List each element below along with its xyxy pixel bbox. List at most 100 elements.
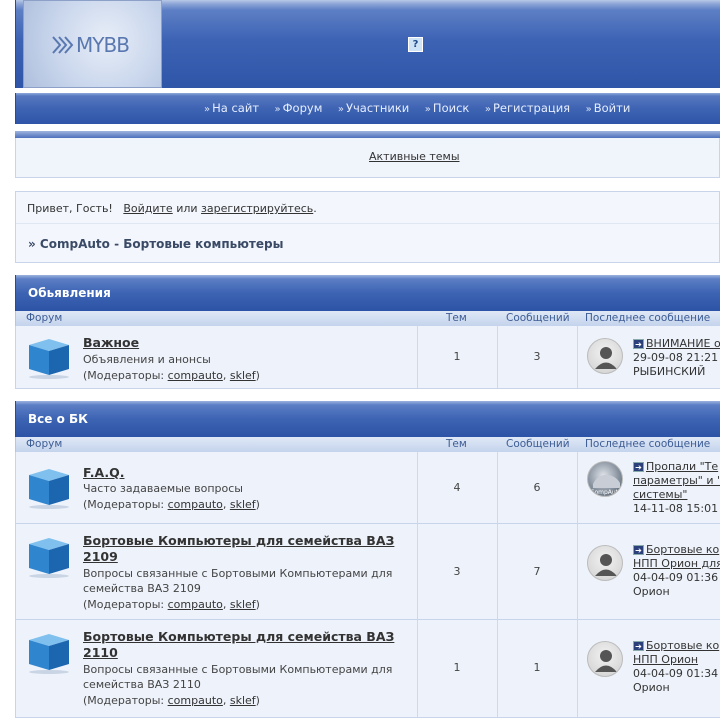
avatar[interactable]: [587, 545, 623, 581]
nav-arrow-icon: »: [274, 104, 281, 115]
user-silhouette-icon: [595, 554, 617, 576]
forum-box-icon: [29, 538, 69, 578]
last-post-date: 29-09-08 21:21: [633, 351, 719, 364]
forum-row: Бортовые Компьютеры для семейства ВАЗ 21…: [15, 524, 720, 620]
nav-forum[interactable]: » Форум: [275, 101, 323, 115]
moderator-link[interactable]: sklef: [230, 369, 256, 382]
moderator-link[interactable]: compauto: [168, 694, 223, 707]
moderator-link[interactable]: sklef: [230, 694, 256, 707]
col-posts: Сообщений: [506, 438, 570, 450]
register-link[interactable]: зарегистрируйтесь: [201, 202, 313, 215]
breadcrumb[interactable]: » CompAuto - Бортовые компьютеры: [28, 237, 283, 251]
topics-count: 1: [453, 661, 461, 674]
nav-register[interactable]: » Регистрация: [485, 101, 570, 115]
last-post-link[interactable]: ВНИМАНИЕ о: [646, 337, 720, 350]
forum-title-link[interactable]: Важное: [83, 335, 403, 351]
col-forum: Форум: [26, 312, 63, 324]
nav-arrow-icon: »: [585, 104, 592, 115]
col-last: Последнее сообщение: [585, 438, 711, 450]
category-title[interactable]: Все о БК: [15, 401, 720, 437]
forum-box-icon: [29, 469, 69, 509]
go-to-post-icon[interactable]: ➔: [633, 641, 644, 651]
topics-count: 4: [453, 481, 461, 494]
nav-login[interactable]: » Войти: [586, 101, 631, 115]
last-post-link[interactable]: Бортовые ко: [646, 639, 719, 652]
avatar[interactable]: [587, 641, 623, 677]
forum-description: Вопросы связанные с Бортовыми Компьютера…: [83, 567, 393, 595]
last-post-user[interactable]: РЫБИНСКИЙ: [633, 365, 720, 379]
col-posts: Сообщений: [506, 312, 570, 324]
forum-row: F.A.Q. Часто задаваемые вопросы (Модерат…: [15, 452, 720, 524]
col-forum: Форум: [26, 438, 63, 450]
topics-count: 1: [453, 350, 461, 363]
forum-description: Вопросы связанные с Бортовыми Компьютера…: [83, 663, 393, 691]
moderator-link[interactable]: compauto: [168, 498, 223, 511]
question-icon[interactable]: ?: [408, 37, 423, 52]
nav-arrow-icon: »: [204, 104, 211, 115]
last-post-link[interactable]: Пропали "Те: [646, 460, 718, 473]
last-post-user[interactable]: Орион: [633, 585, 720, 599]
car-photo-icon: CompAuto: [590, 474, 622, 496]
last-post-info: ➔ ВНИМАНИЕ о 29-09-08 21:21 РЫБИНСКИЙ: [633, 337, 720, 379]
moderator-link[interactable]: sklef: [230, 498, 256, 511]
last-post-info: ➔ Пропали "Те параметры" и " системы" 14-…: [633, 460, 720, 516]
user-silhouette-icon: [595, 650, 617, 672]
user-silhouette-icon: [595, 347, 617, 369]
main-nav: » На сайт » Форум » Участники » Поиск » Регис…: [15, 93, 720, 124]
login-link[interactable]: Войдите: [123, 202, 172, 215]
welcome-line: Привет, Гость! Войдите или зарегистрируй…: [27, 202, 317, 215]
nav-site[interactable]: » На сайт: [204, 101, 259, 115]
nav-members[interactable]: » Участники: [338, 101, 409, 115]
last-post-date: 04-04-09 01:36: [633, 571, 719, 584]
forum-row: Бортовые Компьютеры для семейства ВАЗ 21…: [15, 620, 720, 718]
last-post-date: 14-11-08 15:01: [633, 502, 719, 515]
or-text: или: [176, 202, 198, 215]
last-post-info: ➔ Бортовые ко НПП Орион для 04-04-09 01:3…: [633, 543, 720, 599]
active-topics-box: Активные темы: [15, 138, 720, 178]
go-to-post-icon[interactable]: ➔: [633, 545, 644, 555]
last-post-link-cont[interactable]: системы": [633, 488, 687, 501]
forum-row: Важное Объявления и анонсы (Модераторы: …: [15, 326, 720, 389]
last-post-link-cont[interactable]: НПП Орион для: [633, 557, 720, 570]
avatar[interactable]: CompAuto: [587, 461, 623, 497]
forum-moderators: (Модераторы: compauto, sklef): [83, 598, 260, 611]
go-to-post-icon[interactable]: ➔: [633, 462, 644, 472]
nav-search[interactable]: » Поиск: [425, 101, 470, 115]
divider-bar: [15, 131, 720, 138]
col-topics: Тем: [446, 312, 467, 324]
last-post-link-cont[interactable]: параметры" и ": [633, 474, 720, 487]
active-topics-link[interactable]: Активные темы: [369, 150, 460, 163]
logo-arrows-icon: [52, 36, 74, 54]
avatar[interactable]: [587, 338, 623, 374]
moderator-link[interactable]: sklef: [230, 598, 256, 611]
moderator-link[interactable]: compauto: [168, 598, 223, 611]
last-post-link[interactable]: Бортовые ко: [646, 543, 719, 556]
logo-text: MYBB: [76, 33, 130, 57]
posts-count: 3: [533, 350, 541, 363]
site-logo[interactable]: MYBB: [23, 0, 162, 88]
posts-count: 7: [533, 565, 541, 578]
col-last: Последнее сообщение: [585, 312, 711, 324]
last-post-user[interactable]: Орион: [633, 681, 720, 695]
go-to-post-icon[interactable]: ➔: [633, 339, 644, 349]
nav-arrow-icon: »: [424, 104, 431, 115]
posts-count: 6: [533, 481, 541, 494]
moderator-link[interactable]: compauto: [168, 369, 223, 382]
category-title[interactable]: Обьявления: [15, 275, 720, 311]
posts-count: 1: [533, 661, 541, 674]
forum-box-icon: [29, 339, 69, 379]
last-post-link-cont[interactable]: НПП Орион: [633, 653, 698, 666]
category-all-about-bk: Все о БК Форум Тем Сообщений Последнее с…: [15, 401, 720, 718]
welcome-box: Привет, Гость! Войдите или зарегистрируй…: [15, 191, 720, 263]
last-post-date: 04-04-09 01:34: [633, 667, 719, 680]
forum-title-link[interactable]: F.A.Q.: [83, 465, 403, 481]
forum-title-link[interactable]: Бортовые Компьютеры для семейства ВАЗ 21…: [83, 629, 403, 661]
forum-moderators: (Модераторы: compauto, sklef): [83, 694, 260, 707]
divider: [16, 223, 719, 224]
column-header: Форум Тем Сообщений Последнее сообщение: [15, 437, 720, 452]
greeting-text: Привет, Гость!: [27, 202, 113, 215]
forum-title-link[interactable]: Бортовые Компьютеры для семейства ВАЗ 21…: [83, 533, 403, 565]
forum-description: Часто задаваемые вопросы: [83, 482, 243, 495]
col-topics: Тем: [446, 438, 467, 450]
svg-text:CompAuto: CompAuto: [590, 489, 622, 496]
